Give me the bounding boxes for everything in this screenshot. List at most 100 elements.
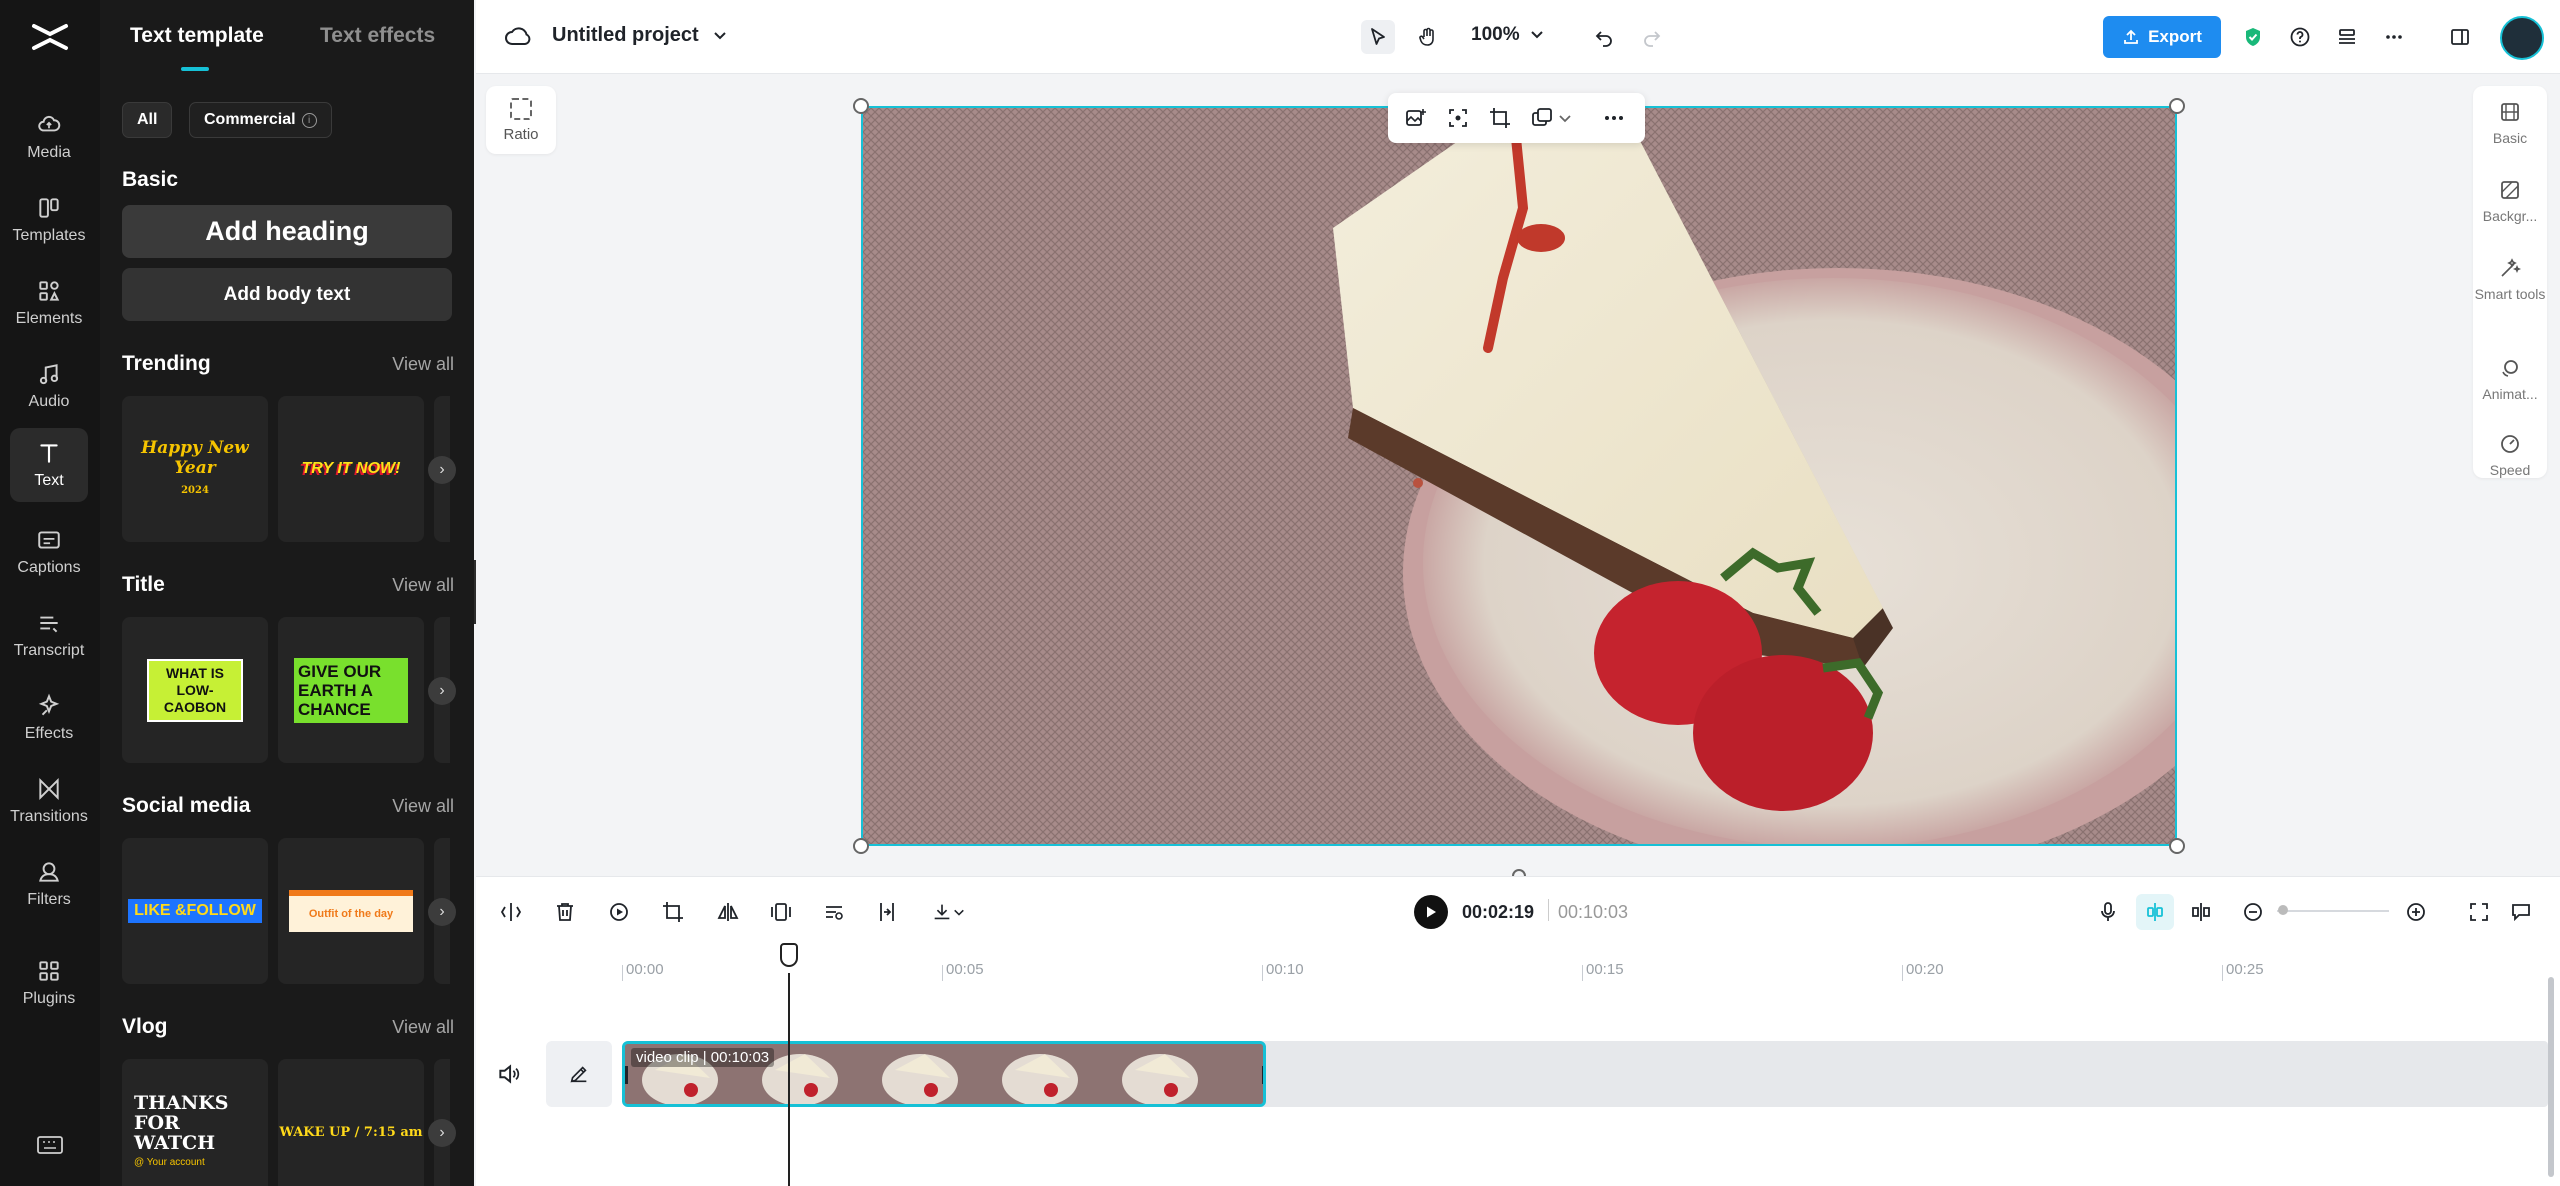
more-options-button[interactable] <box>2377 20 2411 54</box>
zoom-in-button[interactable] <box>2401 897 2431 927</box>
download-button[interactable] <box>926 897 970 927</box>
nav-filters[interactable]: Filters <box>10 847 88 921</box>
zoom-in-icon <box>2407 903 2425 921</box>
ratio-button[interactable]: Ratio <box>486 86 556 154</box>
template-card[interactable]: Happy New Year 2024 <box>122 396 268 542</box>
flip-button[interactable] <box>713 897 743 927</box>
filter-commercial-chip[interactable]: Commercial i <box>189 102 332 138</box>
replace-media-icon[interactable] <box>1530 106 1554 130</box>
tool-background[interactable]: Backgr... <box>2473 172 2547 242</box>
video-clip[interactable]: video clip | 00:10:03 <box>622 1041 1266 1107</box>
nav-plugins[interactable]: Plugins <box>10 946 88 1020</box>
avatar[interactable] <box>2500 16 2544 60</box>
tool-label: Speed <box>2489 462 2531 478</box>
template-card[interactable]: WHAT IS LOW-CAOBON <box>122 617 268 763</box>
freeze-button[interactable] <box>766 897 796 927</box>
delete-button[interactable] <box>550 897 580 927</box>
template-card[interactable]: TRY IT NOW! <box>278 396 424 542</box>
keyboard-icon[interactable] <box>36 1134 64 1156</box>
split-button[interactable] <box>496 897 526 927</box>
scroll-right-arrow-icon[interactable]: › <box>428 1119 456 1147</box>
nav-media[interactable]: Media <box>10 100 88 174</box>
shield-check-icon <box>2246 28 2260 46</box>
view-all-title[interactable]: View all <box>392 575 454 596</box>
trim-button[interactable] <box>872 897 902 927</box>
security-button[interactable] <box>2236 20 2270 54</box>
resize-handle[interactable] <box>853 98 869 114</box>
crop-button[interactable] <box>658 897 688 927</box>
timeline-zoom-slider[interactable] <box>2277 910 2389 912</box>
volume-icon[interactable] <box>496 1061 522 1087</box>
filter-all-chip[interactable]: All <box>122 102 173 138</box>
template-card[interactable]: WAKE UP / 7:15 am <box>278 1059 424 1186</box>
split-view-button[interactable] <box>2186 897 2216 927</box>
hand-tool-button[interactable] <box>1411 20 1445 54</box>
rotate-handle-icon[interactable] <box>1510 866 1528 876</box>
resize-handle[interactable] <box>2169 98 2185 114</box>
select-tool-button[interactable] <box>1361 20 1395 54</box>
timeline-scrollbar[interactable] <box>2548 977 2554 1177</box>
tab-text-template[interactable]: Text template <box>130 24 264 48</box>
magnet-snap-button[interactable] <box>2136 894 2174 930</box>
tool-basic[interactable]: Basic <box>2473 94 2547 164</box>
scroll-right-arrow-icon[interactable]: › <box>428 456 456 484</box>
transitions-icon <box>39 777 59 801</box>
adjust-button[interactable] <box>819 897 849 927</box>
record-button[interactable] <box>2093 897 2123 927</box>
resize-handle[interactable] <box>853 838 869 854</box>
undo-button[interactable] <box>1587 20 1621 54</box>
video-preview[interactable] <box>861 106 2177 846</box>
right-tool-panel: Basic Backgr... Smart tools Animat... Sp… <box>2473 86 2547 478</box>
help-button[interactable] <box>2283 20 2317 54</box>
zoom-out-button[interactable] <box>2238 897 2268 927</box>
card-subtext: 2024 <box>181 484 209 496</box>
layers-button[interactable] <box>2330 20 2364 54</box>
tool-speed[interactable]: Speed <box>2473 426 2547 496</box>
view-all-social-media[interactable]: View all <box>392 796 454 817</box>
snap-icon <box>2147 903 2163 921</box>
playhead[interactable] <box>788 973 790 1186</box>
view-all-vlog[interactable]: View all <box>392 1017 454 1038</box>
add-image-icon[interactable] <box>1404 106 1428 130</box>
nav-transitions[interactable]: Transitions <box>10 764 88 838</box>
nav-effects[interactable]: Effects <box>10 681 88 755</box>
template-card[interactable]: GIVE OUR EARTH A CHANCE <box>278 617 424 763</box>
scroll-right-arrow-icon[interactable]: › <box>428 898 456 926</box>
crop-icon[interactable] <box>1488 106 1512 130</box>
nav-transcript[interactable]: Transcript <box>10 598 88 672</box>
project-menu[interactable]: Untitled project <box>504 24 727 47</box>
nav-elements[interactable]: Elements <box>10 266 88 340</box>
template-card[interactable]: THANKS FOR WATCH @ Your account <box>122 1059 268 1186</box>
export-button[interactable]: Export <box>2103 16 2221 58</box>
fullscreen-button[interactable] <box>2464 897 2494 927</box>
play-button[interactable] <box>1414 895 1448 929</box>
cover-edit-button[interactable] <box>546 1041 612 1107</box>
playhead-handle[interactable] <box>780 943 798 967</box>
chevron-down-icon <box>713 31 726 39</box>
nav-text[interactable]: Text <box>10 428 88 502</box>
zoom-dropdown[interactable]: 100% <box>1471 24 1544 46</box>
feedback-button[interactable] <box>2506 897 2536 927</box>
cloud-icon <box>505 26 531 45</box>
add-heading-button[interactable]: Add heading <box>122 205 452 258</box>
toggle-panel-button[interactable] <box>2443 20 2477 54</box>
template-card[interactable]: Outfit of the day <box>278 838 424 984</box>
resize-handle[interactable] <box>2169 838 2185 854</box>
speed-play-button[interactable] <box>604 897 634 927</box>
zoom-slider-knob[interactable] <box>2278 905 2288 915</box>
tool-animation[interactable]: Animat... <box>2473 350 2547 420</box>
nav-captions[interactable]: Captions <box>10 515 88 589</box>
redo-button[interactable] <box>1635 20 1669 54</box>
tab-text-effects[interactable]: Text effects <box>320 24 435 48</box>
scroll-right-arrow-icon[interactable]: › <box>428 677 456 705</box>
tool-smart-tools[interactable]: Smart tools <box>2473 250 2547 320</box>
chevron-down-icon[interactable] <box>1558 106 1572 130</box>
template-card[interactable]: LIKE &FOLLOW <box>122 838 268 984</box>
focus-frame-icon[interactable] <box>1446 106 1470 130</box>
more-horizontal-icon[interactable] <box>1602 106 1626 130</box>
view-all-trending[interactable]: View all <box>392 354 454 375</box>
top-bar: Untitled project 100% Export <box>476 0 2560 74</box>
add-body-text-button[interactable]: Add body text <box>122 268 452 321</box>
nav-audio[interactable]: Audio <box>10 349 88 423</box>
nav-templates[interactable]: Templates <box>10 183 88 257</box>
